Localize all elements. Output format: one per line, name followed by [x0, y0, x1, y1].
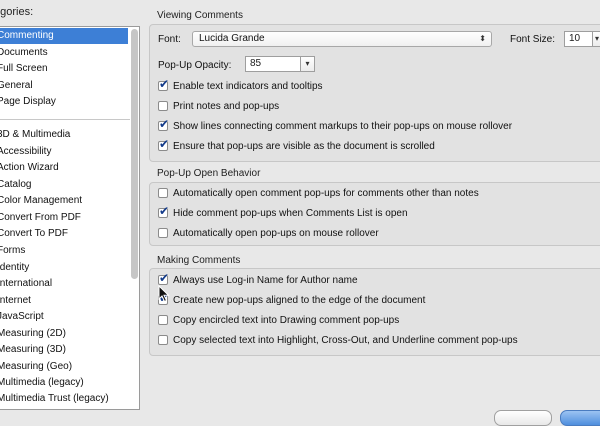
categories-scrollbar[interactable] — [131, 29, 138, 407]
option-auto-open-popups[interactable]: Automatically open comment pop-ups for c… — [158, 187, 479, 202]
mouse-pointer-icon — [158, 285, 170, 303]
font-size-dropdown-button[interactable]: ▾ — [592, 31, 600, 47]
popup-open-behavior-title: Pop-Up Open Behavior — [157, 168, 261, 179]
font-size-label: Font Size: — [510, 34, 556, 45]
checkmark-icon: ✔ — [159, 136, 170, 151]
category-item-3d-multimedia[interactable]: 3D & Multimedia — [0, 127, 128, 143]
checkmark-icon: ✔ — [159, 203, 170, 218]
category-item-convert-to-pdf[interactable]: Convert To PDF — [0, 226, 128, 242]
popup-opacity-label: Pop-Up Opacity: — [158, 60, 232, 71]
checkmark-icon: ✔ — [159, 116, 170, 131]
category-item-internet[interactable]: Internet — [0, 293, 128, 309]
up-down-arrows-icon: ⬍ — [479, 34, 486, 43]
category-item-measuring-geo[interactable]: Measuring (Geo) — [0, 359, 128, 375]
viewing-comments-title: Viewing Comments — [157, 10, 243, 21]
checkmark-icon: ✔ — [159, 270, 170, 285]
category-item-multimedia-legacy[interactable]: Multimedia (legacy) — [0, 375, 128, 391]
category-item-catalog[interactable]: Catalog — [0, 177, 128, 193]
category-item-convert-from-pdf[interactable]: Convert From PDF — [0, 210, 128, 226]
category-item-full-screen[interactable]: Full Screen — [0, 61, 128, 77]
category-item-measuring-2d[interactable]: Measuring (2D) — [0, 326, 128, 342]
popup-opacity-dropdown-button[interactable]: ▾ — [300, 56, 315, 72]
option-copy-encircled-text[interactable]: Copy encircled text into Drawing comment… — [158, 314, 399, 329]
category-item-action-wizard[interactable]: Action Wizard — [0, 160, 128, 176]
option-open-on-rollover[interactable]: Automatically open pop-ups on mouse roll… — [158, 227, 379, 242]
option-align-popups-edge[interactable]: ✔Create new pop-ups aligned to the edge … — [158, 292, 425, 309]
category-item-measuring-3d[interactable]: Measuring (3D) — [0, 342, 128, 358]
checkbox[interactable]: ✔ — [158, 203, 170, 218]
font-select-value: Lucida Grande — [199, 33, 265, 44]
font-size-field[interactable]: 10 — [564, 31, 594, 47]
font-select[interactable]: Lucida Grande ⬍ — [192, 31, 492, 47]
checkbox[interactable] — [158, 187, 168, 198]
category-item-forms[interactable]: Forms — [0, 243, 128, 259]
checkbox[interactable]: ✔ — [158, 136, 170, 151]
category-item-identity[interactable]: Identity — [0, 260, 128, 276]
checkbox[interactable] — [158, 314, 168, 325]
making-comments-title: Making Comments — [157, 255, 241, 266]
category-separator — [0, 119, 130, 120]
checkmark-icon: ✔ — [159, 76, 170, 91]
checkbox[interactable]: ✔ — [158, 270, 170, 285]
categories-label: egories: — [0, 6, 34, 18]
option-show-lines[interactable]: ✔ Show lines connecting comment markups t… — [158, 116, 512, 135]
checkbox[interactable] — [158, 227, 168, 238]
cancel-button[interactable] — [494, 410, 552, 426]
font-label: Font: — [158, 34, 181, 45]
scrollbar-thumb[interactable] — [131, 29, 138, 279]
categories-list[interactable]: Commenting Documents Full Screen General… — [0, 26, 140, 410]
chevron-down-icon: ▾ — [305, 59, 310, 68]
category-item-multimedia-trust-legacy[interactable]: Multimedia Trust (legacy) — [0, 391, 128, 407]
category-item-general[interactable]: General — [0, 78, 128, 94]
category-item-commenting[interactable]: Commenting — [0, 28, 128, 44]
option-enable-text-indicators[interactable]: ✔ Enable text indicators and tooltips — [158, 76, 323, 95]
category-item-accessibility[interactable]: Accessibility — [0, 144, 128, 160]
option-hide-popups-comments-list[interactable]: ✔ Hide comment pop-ups when Comments List… — [158, 203, 408, 222]
category-item-color-management[interactable]: Color Management — [0, 193, 128, 209]
option-copy-selected-text[interactable]: Copy selected text into Highlight, Cross… — [158, 334, 518, 349]
category-item-international[interactable]: International — [0, 276, 128, 292]
category-item-javascript[interactable]: JavaScript — [0, 309, 128, 325]
checkbox[interactable]: ✔ — [158, 76, 170, 91]
chevron-down-icon: ▾ — [594, 34, 599, 43]
option-ensure-popups-visible[interactable]: ✔ Ensure that pop-ups are visible as the … — [158, 136, 435, 155]
option-print-notes[interactable]: Print notes and pop-ups — [158, 100, 279, 115]
option-use-login-name[interactable]: ✔ Always use Log-in Name for Author name — [158, 270, 358, 289]
checkbox[interactable] — [158, 334, 168, 345]
checkbox[interactable]: ✔ — [158, 116, 170, 131]
ok-button[interactable] — [560, 410, 600, 426]
category-item-page-display[interactable]: Page Display — [0, 94, 128, 110]
checkbox[interactable] — [158, 100, 168, 111]
popup-opacity-field[interactable]: 85 — [245, 56, 301, 72]
category-item-documents[interactable]: Documents — [0, 45, 128, 61]
